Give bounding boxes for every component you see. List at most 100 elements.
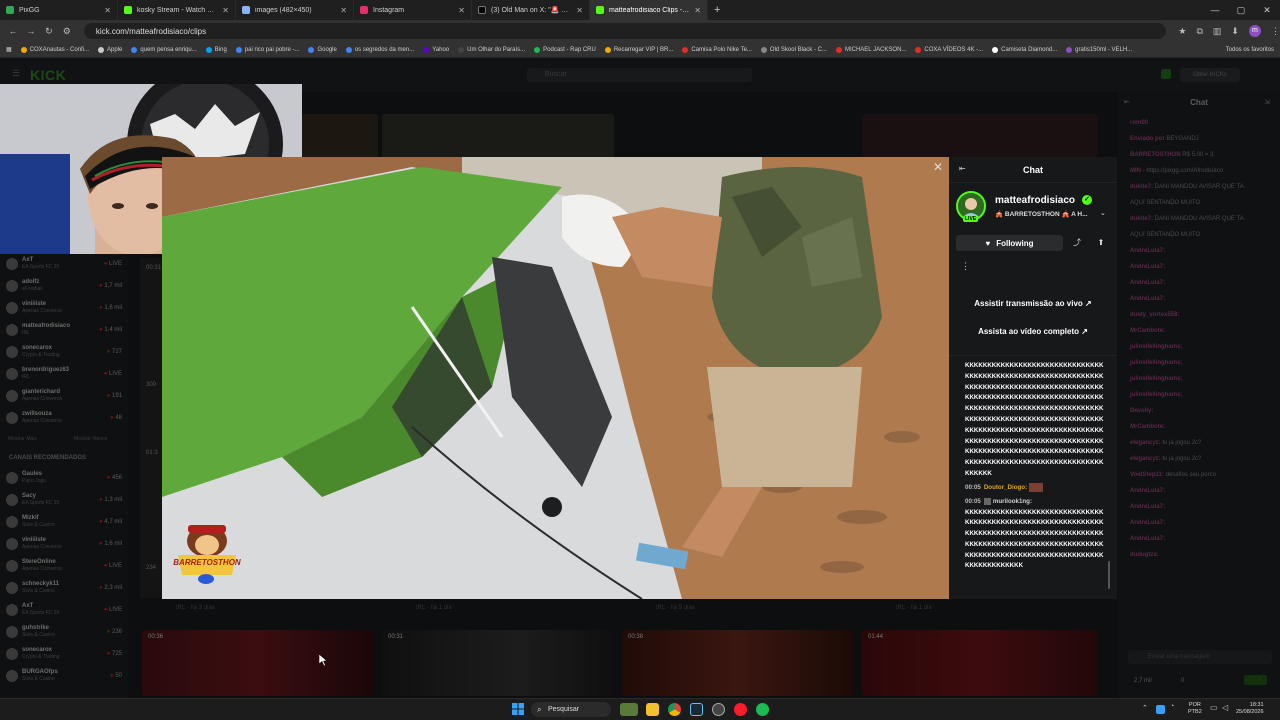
close-modal-icon[interactable]: ✕	[930, 159, 946, 175]
chat-username[interactable]: AndreLula7:	[1130, 504, 1165, 510]
chat-username[interactable]: dukite7:	[1130, 216, 1153, 222]
show-more-link[interactable]: Mostrar Mais	[8, 436, 37, 442]
bookmark-item[interactable]: Google	[308, 46, 337, 53]
kick-logo[interactable]: KICK	[30, 67, 66, 83]
tab-instagram[interactable]: Instagram ✕	[354, 0, 472, 20]
widgets-icon[interactable]	[620, 703, 638, 716]
apps-icon[interactable]: ▦	[6, 46, 12, 53]
chat-username[interactable]: AndreLula7:	[1130, 280, 1165, 286]
close-window-icon[interactable]: ✕	[1254, 0, 1280, 20]
close-tab-icon[interactable]: ✕	[340, 6, 347, 15]
sidebar-channel[interactable]: MizkifSlots & Casino4,7 mil	[6, 512, 122, 532]
chat-username[interactable]: dusty_vortex558:	[1130, 312, 1179, 318]
sidebar-channel[interactable]: BURGAOfpsSlots & Casino50	[6, 666, 122, 686]
bookmark-item[interactable]: pai rico pai pobre -...	[235, 46, 299, 53]
input-language[interactable]: POR PTB2	[1188, 702, 1202, 716]
sidebar-channel[interactable]: schneckyk11Slots & Casino2,3 mil	[6, 578, 122, 598]
bookmark-item[interactable]: Recarregar VIP | BR...	[604, 46, 673, 53]
chat-username[interactable]: juliovilellinghams:	[1130, 392, 1182, 398]
close-tab-icon[interactable]: ✕	[694, 6, 701, 15]
bookmark-item[interactable]: COXA VÍDEOS 4K -...	[915, 46, 983, 53]
chat-username[interactable]: rom00	[1130, 120, 1148, 126]
chat-username[interactable]: dudugtza:	[1130, 552, 1159, 558]
bookmark-item[interactable]: gratis150ml - VELH...	[1066, 46, 1132, 53]
url-field[interactable]: kick.com/matteafrodisiaco/clips	[83, 23, 1167, 39]
get-kicks-button[interactable]: Obter KICKs	[1180, 68, 1240, 82]
chat-username[interactable]: elegancyz:	[1130, 456, 1161, 462]
bookmark-item[interactable]: Um Olhar do Paraís...	[458, 46, 525, 53]
close-tab-icon[interactable]: ✕	[222, 6, 229, 15]
bg-thumbnail[interactable]	[382, 114, 614, 158]
sidepanel-icon[interactable]: ▥	[1213, 26, 1222, 37]
spotify-icon[interactable]	[756, 703, 769, 716]
chat-username[interactable]: MIN -	[1130, 168, 1145, 174]
sidebar-channel[interactable]: guhstrikeSlots & Casino236	[6, 622, 122, 642]
tab-kosky[interactable]: kosky Stream - Watch Live on K ✕	[118, 0, 236, 20]
close-tab-icon[interactable]: ✕	[576, 6, 583, 15]
tray-app-icon[interactable]	[1156, 705, 1165, 714]
chat-username[interactable]: MrCambote:	[1130, 328, 1165, 334]
steam-icon[interactable]	[690, 703, 703, 716]
app-icon[interactable]	[712, 703, 725, 716]
chevron-down-icon[interactable]: ⌄	[1100, 209, 1106, 217]
bookmark-item[interactable]: Podcast - Rap CRU	[534, 46, 596, 53]
chat-username[interactable]: VoidStep11:	[1130, 472, 1164, 478]
close-tab-icon[interactable]: ✕	[458, 6, 465, 15]
chat-username[interactable]: Enviado por	[1130, 136, 1165, 142]
sidebar-channel[interactable]: sonecaroxCrypto & Trading727	[6, 342, 122, 362]
back-icon[interactable]: ←	[4, 26, 22, 36]
clip-card[interactable]: 00:31	[382, 630, 614, 696]
chat-username[interactable]: BARRETOSTHON	[1130, 152, 1181, 158]
chat-username[interactable]: AndreLula7:	[1130, 536, 1165, 542]
bookmark-item[interactable]: quem pensa enriqu...	[131, 46, 197, 53]
clip-card[interactable]: 01:44	[862, 630, 1098, 696]
chat-username[interactable]: AndreLula7:	[1130, 296, 1165, 302]
sidebar-channel[interactable]: sonecaroxCrypto & Trading725	[6, 644, 122, 664]
watch-full-video-link[interactable]: Assista ao vídeo completo ↗	[957, 324, 1109, 340]
chat-username[interactable]: juliovilellinghams:	[1130, 360, 1182, 366]
chrome-icon[interactable]	[668, 703, 681, 716]
download-icon[interactable]: ⬆	[1095, 235, 1107, 251]
tab-x[interactable]: (3) Old Man on X: "🚨 TRISTE: V ✕	[472, 0, 590, 20]
opera-icon[interactable]	[734, 703, 747, 716]
sidebar-channel[interactable]: AxTEA Sports FC 25LIVE	[6, 254, 122, 274]
bookmark-item[interactable]: Bing	[205, 46, 227, 53]
reload-icon[interactable]: ↻	[40, 26, 58, 37]
sidebar-channel[interactable]: SacyEA Sports FC 251,3 mil	[6, 490, 122, 510]
download-icon[interactable]: ⬇	[1231, 26, 1239, 37]
close-tab-icon[interactable]: ✕	[104, 6, 111, 15]
bookmark-item[interactable]: os segredos da men...	[345, 46, 414, 53]
sidebar-channel[interactable]: viniiiisteApenas Conversa1,6 mil	[6, 298, 122, 318]
bookmark-item[interactable]: Old Skool Black - C...	[760, 46, 827, 53]
sidebar-channel[interactable]: viniiiisteApenas Conversa1,6 mil	[6, 534, 122, 554]
bookmark-item[interactable]: Camisa Polo Nike Te...	[682, 46, 752, 53]
live-chat-input[interactable]: Enviar uma mensagem	[1128, 650, 1272, 664]
chat-username[interactable]: juliovilellinghams:	[1130, 344, 1182, 350]
gift-icon[interactable]	[1161, 69, 1171, 79]
sidebar-channel[interactable]: gianterichardApenas Conversa191	[6, 386, 122, 406]
bookmark-item[interactable]: Apple	[98, 46, 122, 53]
sidebar-channel[interactable]: matteafrodisiacoIRL1,4 mil	[6, 320, 122, 340]
share-icon[interactable]: ⤴	[1071, 235, 1083, 251]
chat-username[interactable]: Devolly:	[1130, 408, 1153, 414]
taskbar-clock[interactable]: 18:31 25/08/2026	[1236, 702, 1264, 716]
chat-username[interactable]: AndreLula7:	[1130, 264, 1165, 270]
file-explorer-icon[interactable]	[646, 703, 659, 716]
sidebar-channel[interactable]: adolfzeFootball1,7 mil	[6, 276, 122, 296]
tab-pixgg[interactable]: PixGG ✕	[0, 0, 118, 20]
sidebar-channel[interactable]: GaulesPapo Jogo456	[6, 468, 122, 488]
wifi-icon[interactable]: ◔	[1170, 703, 1174, 710]
new-tab-button[interactable]: +	[714, 4, 720, 16]
bookmark-star-icon[interactable]: ★	[1178, 26, 1186, 37]
chat-scrollbar[interactable]	[1108, 561, 1110, 589]
watch-live-link[interactable]: Assistir transmissão ao vivo ↗	[957, 296, 1109, 312]
hamburger-icon[interactable]: ☰	[12, 68, 20, 79]
bookmark-item[interactable]: COXAnautas - Confi...	[20, 46, 89, 53]
clip-card[interactable]: 00:36	[142, 630, 374, 696]
chat-send-button[interactable]: Chat	[1244, 675, 1267, 685]
sidebar-channel[interactable]: StereOnlineApenas ConversaLIVE	[6, 556, 122, 576]
more-options-icon[interactable]: ⋮	[961, 261, 970, 272]
bg-thumbnail[interactable]	[862, 114, 1098, 158]
tab-matteafrodisiaco-clips[interactable]: matteafrodisiaco Clips - Watch ✕	[590, 0, 708, 20]
sidebar-channel[interactable]: AxTEA Sports FC 25LIVE	[6, 600, 122, 620]
